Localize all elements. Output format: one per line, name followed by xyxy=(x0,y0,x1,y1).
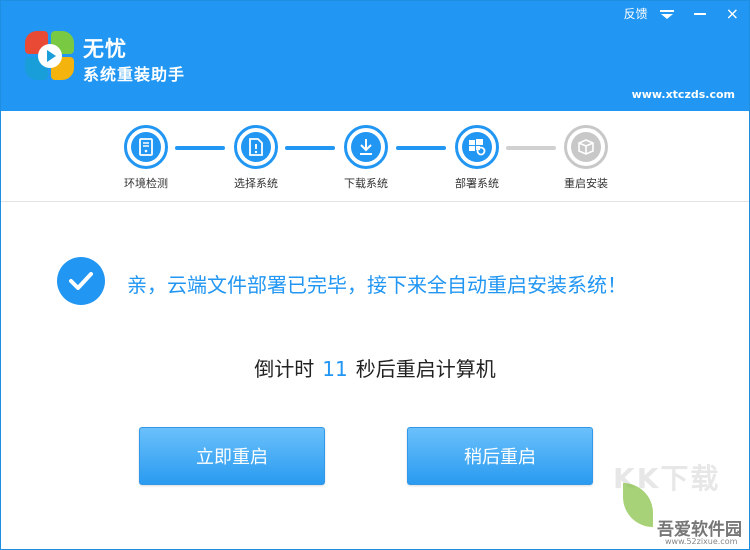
step-label: 部署系统 xyxy=(455,177,499,190)
restart-later-button[interactable]: 稍后重启 xyxy=(407,427,593,485)
checkmark-icon xyxy=(57,257,105,305)
status-message: 亲，云端文件部署已完毕，接下来全自动重启安装系统！ xyxy=(127,273,627,297)
step-connector xyxy=(175,146,225,150)
restart-now-button[interactable]: 立即重启 xyxy=(139,427,325,485)
progress-steps: 环境检测 选择系统 下载系统 部署系统 重启安装 xyxy=(1,111,749,202)
minimize-button[interactable] xyxy=(693,12,706,15)
app-subtitle: 系统重装助手 xyxy=(83,65,186,84)
step-connector xyxy=(396,146,446,150)
download-icon xyxy=(351,132,381,162)
file-icon xyxy=(241,132,271,162)
app-logo xyxy=(25,31,75,81)
countdown-prefix: 倒计时 xyxy=(254,357,315,381)
step-connector xyxy=(285,146,335,150)
countdown-text: 倒计时 11 秒后重启计算机 xyxy=(1,353,749,382)
window-controls: 反馈 × xyxy=(624,5,739,22)
step-select-system: 选择系统 xyxy=(226,125,286,191)
step-environment-check: 环境检测 xyxy=(116,125,176,191)
step-label: 选择系统 xyxy=(234,177,278,190)
play-icon xyxy=(38,44,62,68)
installer-window: 无忧 系统重装助手 反馈 × www.xtczds.com 环境检测 选择系统 xyxy=(0,0,750,550)
countdown-suffix: 秒后重启计算机 xyxy=(355,357,496,381)
feedback-link[interactable]: 反馈 xyxy=(624,5,648,22)
close-button[interactable]: × xyxy=(726,5,739,21)
menu-icon[interactable] xyxy=(659,8,674,19)
step-label: 下载系统 xyxy=(344,177,388,190)
watermark-url: www.52zixue.com xyxy=(665,537,738,546)
countdown-seconds: 11 xyxy=(322,357,348,381)
step-connector-pending xyxy=(506,146,556,150)
box-icon xyxy=(571,132,601,162)
computer-icon xyxy=(131,132,161,162)
website-link[interactable]: www.xtczds.com xyxy=(632,88,735,101)
title-bar: 无忧 系统重装助手 反馈 × www.xtczds.com xyxy=(1,1,749,111)
app-title: 无忧 xyxy=(83,37,127,61)
step-download-system: 下载系统 xyxy=(336,125,396,191)
windows-gear-icon xyxy=(462,132,492,162)
step-label: 环境检测 xyxy=(124,177,168,190)
step-label: 重启安装 xyxy=(564,177,608,190)
step-restart-install: 重启安装 xyxy=(556,125,616,191)
step-deploy-system: 部署系统 xyxy=(447,125,507,191)
